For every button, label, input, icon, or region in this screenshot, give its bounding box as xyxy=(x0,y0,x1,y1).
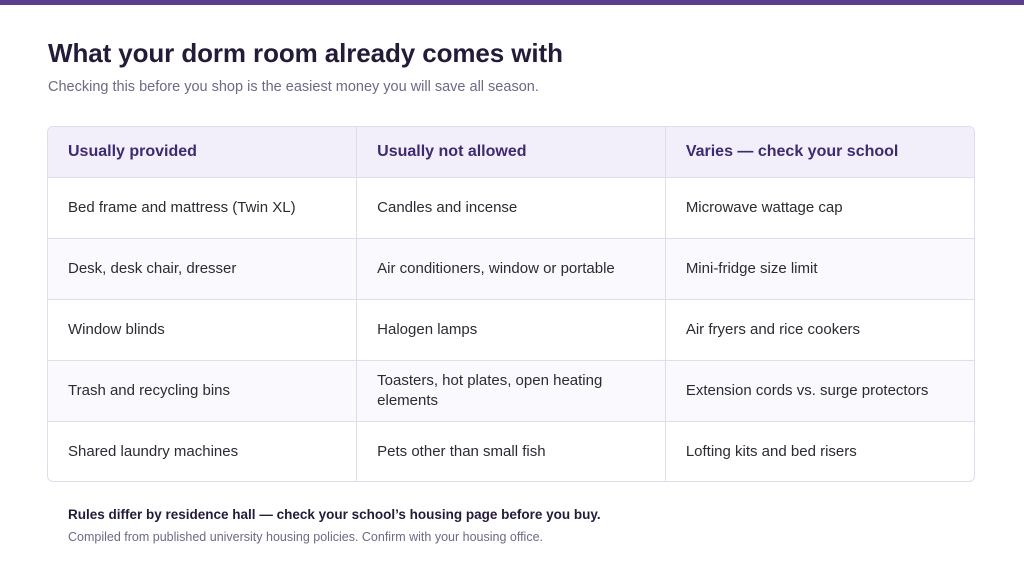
cell-text: Mini-fridge size limit xyxy=(685,259,818,277)
dorm-items-table: Usually provided Usually not allowed Var… xyxy=(48,127,974,481)
column-header-not-allowed: Usually not allowed xyxy=(356,127,666,178)
table-row: Bed frame and mattress (Twin XL) Candles… xyxy=(48,177,974,239)
table-cell-not-allowed: Air conditioners, window or portable xyxy=(356,238,666,300)
table-cell-varies: Air fryers and rice cookers xyxy=(665,299,974,361)
table-cell-provided: Bed frame and mattress (Twin XL) xyxy=(48,177,358,239)
column-header-varies: Varies — check your school xyxy=(665,127,974,178)
cell-text: Extension cords vs. surge protectors xyxy=(685,381,929,399)
cell-text: Window blinds xyxy=(68,320,165,338)
footer-note: Rules differ by residence hall — check y… xyxy=(68,507,601,522)
table-cell-not-allowed: Toasters, hot plates, open heating eleme… xyxy=(356,360,666,422)
table-cell-varies: Microwave wattage cap xyxy=(665,177,974,239)
table-row: Desk, desk chair, dresser Air conditione… xyxy=(48,238,974,300)
column-header-provided: Usually provided xyxy=(48,127,358,178)
cell-text: Toasters, hot plates, open heating eleme… xyxy=(377,371,603,409)
cell-text: Candles and incense xyxy=(377,198,518,216)
table-cell-not-allowed: Pets other than small fish xyxy=(356,421,666,481)
table-row: Window blinds Halogen lamps Air fryers a… xyxy=(48,299,974,361)
table-cell-not-allowed: Candles and incense xyxy=(356,177,666,239)
cell-text: Microwave wattage cap xyxy=(685,198,843,216)
cell-text: Pets other than small fish xyxy=(377,442,546,460)
table-row: Trash and recycling bins Toasters, hot p… xyxy=(48,360,974,422)
table-cell-provided: Window blinds xyxy=(48,299,358,361)
table-cell-provided: Desk, desk chair, dresser xyxy=(48,238,358,300)
dorm-items-table-card: Usually provided Usually not allowed Var… xyxy=(47,126,975,482)
table-cell-not-allowed: Halogen lamps xyxy=(356,299,666,361)
cell-text: Bed frame and mattress (Twin XL) xyxy=(68,198,296,216)
table-cell-varies: Extension cords vs. surge protectors xyxy=(665,360,974,422)
page-title: What your dorm room already comes with xyxy=(48,38,563,68)
table-header-row: Usually provided Usually not allowed Var… xyxy=(48,127,974,178)
cell-text: Air conditioners, window or portable xyxy=(377,259,615,277)
cell-text: Desk, desk chair, dresser xyxy=(68,259,237,277)
page-subtitle: Checking this before you shop is the eas… xyxy=(48,79,539,95)
cell-text: Shared laundry machines xyxy=(68,442,239,460)
top-accent-bar xyxy=(0,0,1024,5)
table-row: Shared laundry machines Pets other than … xyxy=(48,421,974,481)
cell-text: Lofting kits and bed risers xyxy=(685,442,857,460)
cell-text: Halogen lamps xyxy=(377,320,478,338)
footer-source: Compiled from published university housi… xyxy=(68,530,543,544)
table-cell-varies: Lofting kits and bed risers xyxy=(665,421,974,481)
table-cell-provided: Shared laundry machines xyxy=(48,421,358,481)
table-cell-varies: Mini-fridge size limit xyxy=(665,238,974,300)
cell-text: Trash and recycling bins xyxy=(68,381,231,399)
cell-text: Air fryers and rice cookers xyxy=(685,320,861,338)
table-cell-provided: Trash and recycling bins xyxy=(48,360,358,422)
